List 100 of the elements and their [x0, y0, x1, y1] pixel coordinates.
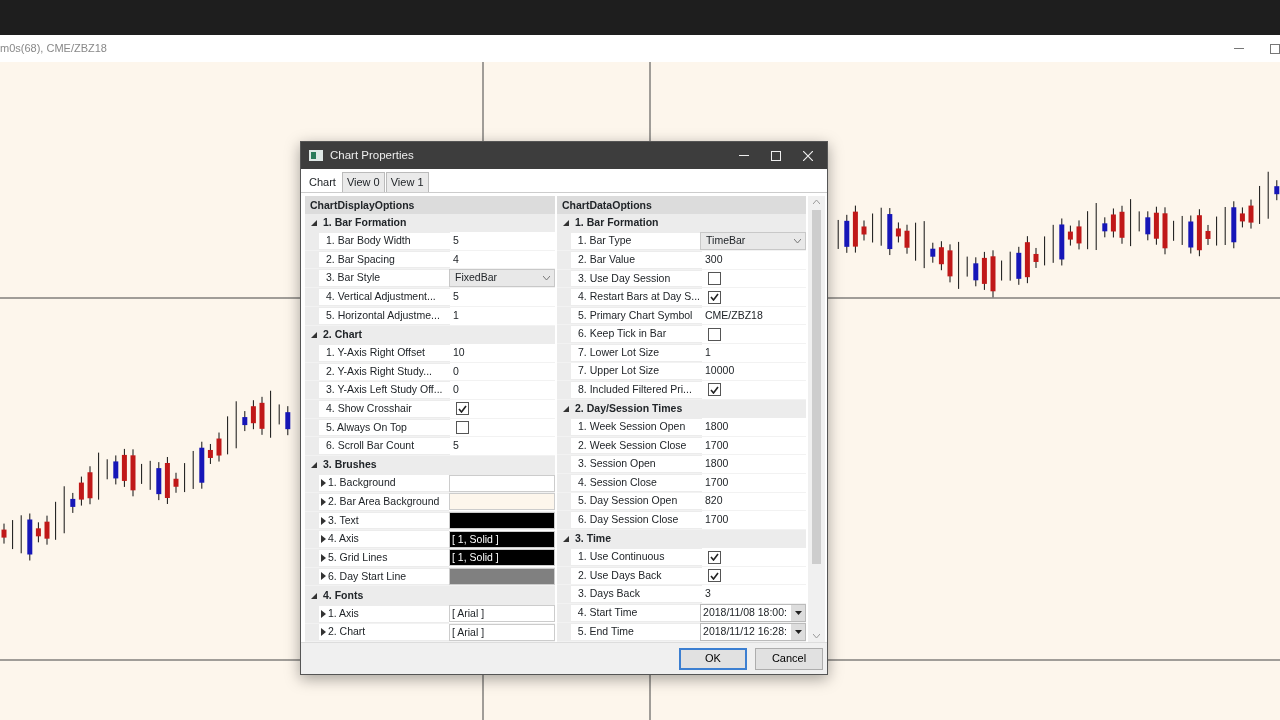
- color-swatch[interactable]: [449, 512, 556, 530]
- property-value[interactable]: 1: [705, 344, 711, 361]
- checkbox[interactable]: [708, 383, 722, 397]
- color-swatch[interactable]: [ 1, Solid ]: [449, 549, 556, 567]
- category-label: 3. Time: [575, 531, 612, 547]
- property-label: 3. Session Open: [578, 456, 656, 472]
- collapse-icon[interactable]: [310, 591, 318, 600]
- caret-icon: [794, 239, 802, 244]
- category-label: 2. Day/Session Times: [575, 401, 683, 417]
- property-label: 3. Text: [327, 512, 359, 528]
- caret-icon[interactable]: [794, 630, 802, 634]
- checkbox[interactable]: [708, 327, 722, 341]
- minimize-icon[interactable]: [1234, 47, 1244, 50]
- property-label: 7. Lower Lot Size: [578, 344, 660, 360]
- expand-icon[interactable]: [320, 572, 326, 581]
- property-label: 1. Week Session Open: [578, 419, 686, 435]
- date-field[interactable]: 2018/11/08 18:00:: [700, 604, 807, 622]
- property-label: 1. Background: [327, 475, 396, 491]
- panel-header: ChartDataOptions: [557, 195, 807, 214]
- dialog-title: Chart Properties: [330, 147, 414, 163]
- checkbox[interactable]: [708, 271, 722, 285]
- expand-icon[interactable]: [320, 553, 326, 562]
- property-label: 4. Vertical Adjustment...: [326, 289, 436, 305]
- caret-icon: [543, 276, 551, 281]
- property-label: 2. Chart: [327, 624, 366, 640]
- expand-icon[interactable]: [320, 497, 326, 506]
- collapse-icon[interactable]: [562, 404, 571, 413]
- checkbox[interactable]: [456, 421, 469, 434]
- property-label: 4. Session Close: [578, 474, 657, 490]
- expand-icon[interactable]: [320, 609, 326, 618]
- expand-icon[interactable]: [320, 516, 326, 525]
- property-label: 5. Always On Top: [326, 419, 407, 435]
- property-value[interactable]: 4: [453, 251, 459, 268]
- property-value[interactable]: 5: [453, 438, 459, 454]
- collapse-icon[interactable]: [562, 535, 571, 543]
- property-label: 1. Use Continuous: [578, 549, 665, 565]
- checkbox[interactable]: [708, 290, 722, 304]
- property-value[interactable]: 1: [453, 307, 459, 324]
- date-field[interactable]: 2018/11/12 16:28:: [700, 623, 807, 641]
- tab[interactable]: View 1: [385, 172, 429, 192]
- property-label: 1. Bar Body Width: [326, 233, 411, 249]
- color-swatch[interactable]: [ 1, Solid ]: [449, 530, 556, 548]
- maximize-icon[interactable]: [1270, 43, 1280, 54]
- category-label: 4. Fonts: [323, 587, 364, 603]
- property-label: 6. Day Session Close: [578, 512, 679, 528]
- ok-button[interactable]: OK: [679, 647, 747, 670]
- property-label: 3. Bar Style: [325, 270, 381, 286]
- tab[interactable]: View 0: [341, 172, 385, 192]
- property-label: 5. End Time: [577, 624, 634, 640]
- property-label: 2. Bar Spacing: [326, 251, 395, 267]
- property-label: 6. Keep Tick in Bar: [578, 326, 667, 342]
- property-value[interactable]: 0: [453, 363, 459, 380]
- property-value[interactable]: 300: [705, 251, 723, 268]
- property-label: 3. Use Day Session: [578, 270, 671, 286]
- property-value[interactable]: 5: [453, 289, 459, 306]
- property-label: 8. Included Filtered Pri...: [578, 382, 692, 397]
- cancel-button[interactable]: Cancel: [755, 647, 823, 670]
- category-label: 3. Brushes: [323, 457, 377, 473]
- minimize-icon[interactable]: [739, 154, 749, 157]
- property-label: 5. Primary Chart Symbol: [578, 307, 693, 323]
- color-swatch[interactable]: [449, 493, 556, 511]
- expand-icon[interactable]: [320, 479, 326, 488]
- checkbox[interactable]: [456, 402, 469, 416]
- property-label: 7. Upper Lot Size: [578, 363, 660, 379]
- property-value[interactable]: 10: [453, 345, 465, 361]
- property-value[interactable]: 3: [705, 586, 711, 603]
- expand-icon[interactable]: [320, 535, 326, 544]
- property-label: 4. Restart Bars at Day S...: [578, 289, 700, 305]
- category-label: 1. Bar Formation: [575, 214, 659, 230]
- property-label: 5. Day Session Open: [578, 493, 678, 509]
- panel-header: ChartDisplayOptions: [305, 195, 556, 214]
- checkbox[interactable]: [708, 550, 722, 564]
- dropdown[interactable]: FixedBar: [449, 269, 556, 288]
- property-label: 4. Axis: [327, 531, 359, 547]
- collapse-icon[interactable]: [310, 218, 318, 227]
- property-label: 2. Bar Area Background: [327, 494, 440, 510]
- checkbox[interactable]: [708, 569, 722, 583]
- property-label: 1. Y-Axis Right Offset: [326, 345, 426, 361]
- app-icon: [309, 150, 323, 161]
- property-label: 1. Axis: [327, 605, 359, 621]
- category-label: 2. Chart: [323, 327, 363, 342]
- property-value[interactable]: 5: [453, 233, 459, 249]
- property-label: 6. Scroll Bar Count: [326, 438, 415, 454]
- property-label: 6. Day Start Line: [327, 568, 407, 584]
- collapse-icon[interactable]: [562, 218, 571, 227]
- property-label: 3. Days Back: [578, 586, 640, 602]
- property-label: 5. Grid Lines: [327, 549, 388, 565]
- property-label: 1. Bar Type: [577, 233, 632, 249]
- font-field[interactable]: [ Arial ]: [449, 605, 556, 623]
- dropdown[interactable]: TimeBar: [700, 232, 807, 251]
- collapse-icon[interactable]: [310, 461, 318, 470]
- property-value[interactable]: 820: [705, 493, 723, 510]
- property-label: 3. Y-Axis Left Study Off...: [326, 382, 443, 398]
- collapse-icon[interactable]: [310, 330, 318, 339]
- expand-icon[interactable]: [320, 628, 326, 637]
- property-label: 2. Use Days Back: [578, 567, 662, 583]
- caret-icon[interactable]: [794, 611, 802, 615]
- property-value[interactable]: 0: [453, 382, 459, 399]
- close-icon[interactable]: [803, 150, 813, 161]
- property-label: 2. Y-Axis Right Study...: [326, 363, 433, 379]
